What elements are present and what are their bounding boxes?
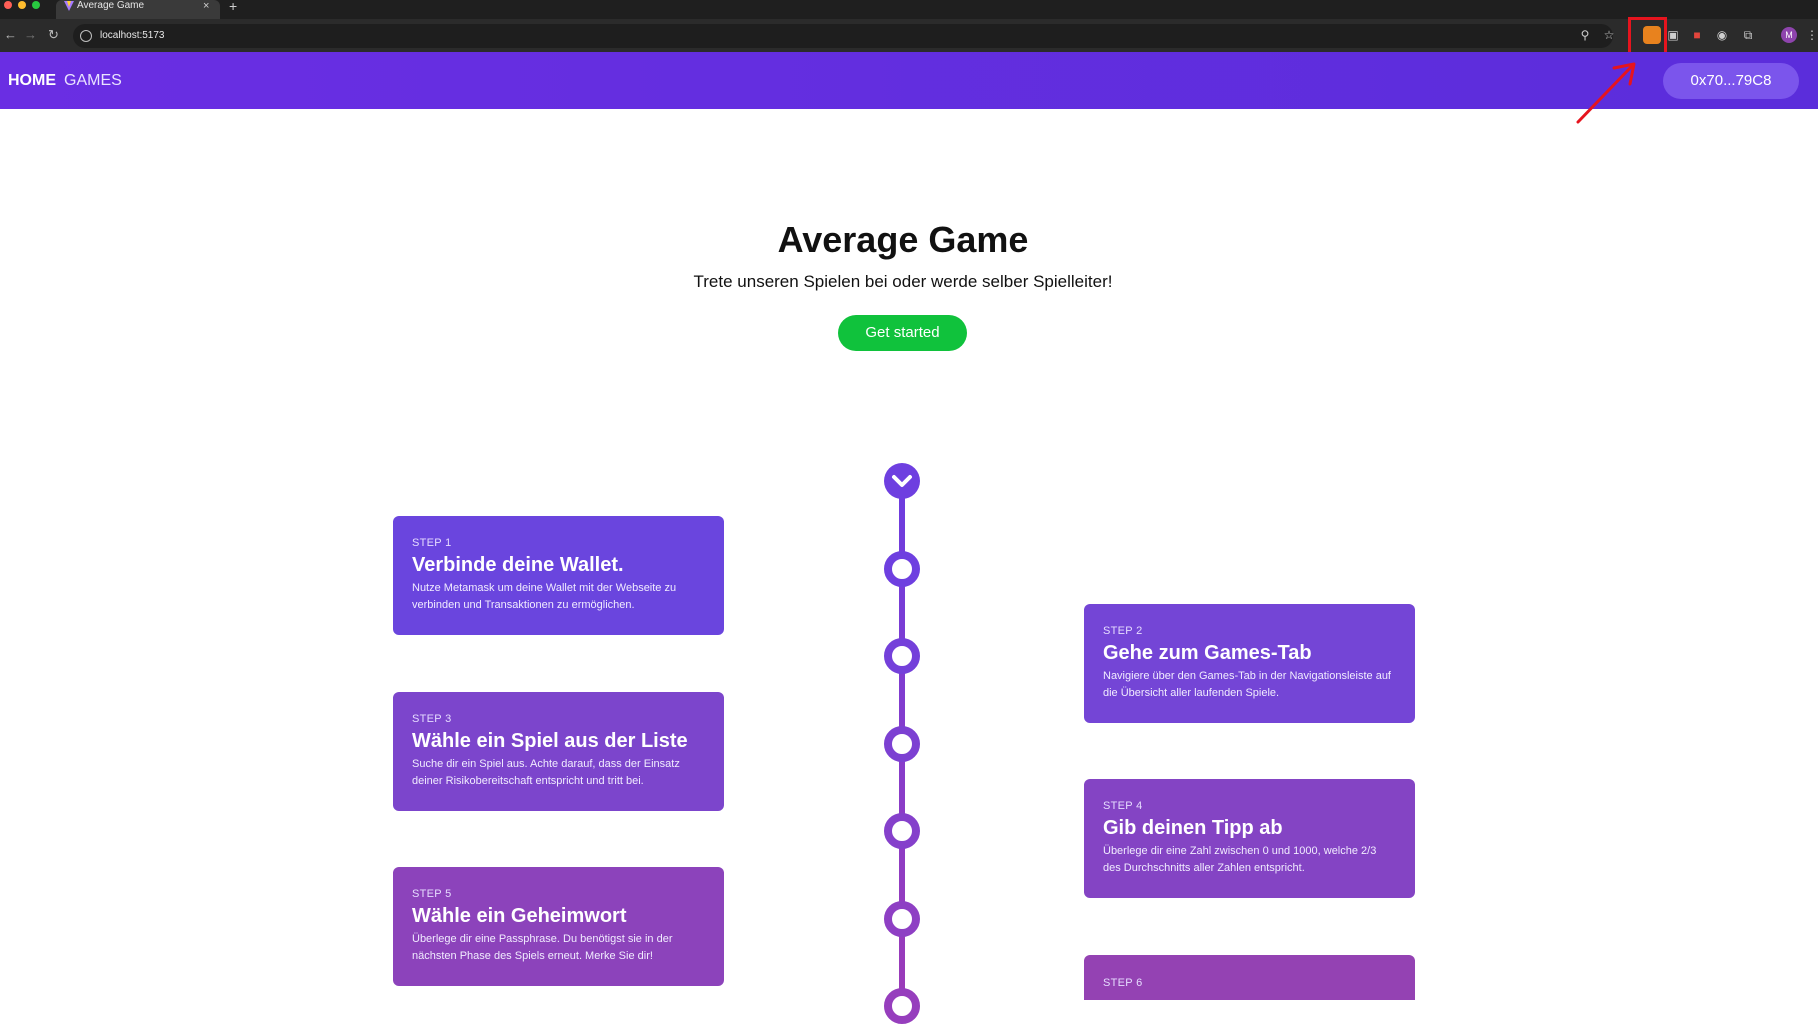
step-description: Navigiere über den Games-Tab in der Navi…	[1103, 670, 1391, 699]
browser-tab[interactable]: Average Game ×	[56, 0, 220, 19]
wallet-address-button[interactable]: 0x70...79C8	[1663, 63, 1799, 99]
step-number: STEP 1	[412, 537, 452, 549]
step-title: Wähle ein Geheimwort	[412, 905, 627, 927]
bookmark-star-icon[interactable]: ☆	[1601, 27, 1617, 43]
app-navbar: HOME GAMES 0x70...79C8	[0, 52, 1818, 109]
step-card: STEP 1 Verbinde deine Wallet. Nutze Meta…	[393, 516, 724, 635]
step-description: Überlege dir eine Passphrase. Du benötig…	[412, 933, 673, 962]
timeline-node	[884, 551, 920, 587]
step-card: STEP 2 Gehe zum Games-Tab Navigiere über…	[1084, 604, 1415, 723]
extension-icon[interactable]: ▣	[1665, 27, 1681, 43]
step-number: STEP 3	[412, 713, 452, 725]
forward-icon[interactable]: →	[24, 27, 37, 43]
timeline-node	[884, 901, 920, 937]
step-number: STEP 2	[1103, 625, 1143, 637]
extension-circle-icon[interactable]: ◉	[1714, 27, 1730, 43]
annotation-arrow	[1576, 62, 1636, 124]
get-started-button[interactable]: Get started	[838, 315, 967, 351]
vite-icon	[64, 1, 74, 11]
step-number: STEP 5	[412, 888, 452, 900]
timeline-start-node	[884, 463, 920, 499]
nav-games-link[interactable]: GAMES	[64, 71, 122, 91]
annotation-highlight-box	[1628, 17, 1667, 55]
chevron-down-icon	[892, 475, 912, 487]
reload-icon[interactable]: ↻	[48, 27, 59, 43]
timeline-node	[884, 813, 920, 849]
page-title: Average Game	[777, 219, 1029, 260]
tab-close-icon[interactable]: ×	[203, 0, 209, 12]
nav-home-link[interactable]: HOME	[8, 71, 56, 91]
step-title: Verbinde deine Wallet.	[412, 554, 624, 576]
back-icon[interactable]: ←	[4, 27, 17, 43]
url-text[interactable]: localhost:5173	[100, 29, 165, 43]
maximize-window-button[interactable]	[32, 1, 40, 9]
step-card: STEP 5 Wähle ein Geheimwort Überlege dir…	[393, 867, 724, 986]
close-window-button[interactable]	[4, 1, 12, 9]
step-title: Gib deinen Tipp ab	[1103, 817, 1283, 839]
step-card: STEP 4 Gib deinen Tipp ab Überlege dir e…	[1084, 779, 1415, 898]
step-title: Gehe zum Games-Tab	[1103, 642, 1312, 664]
page-subtitle: Trete unseren Spielen bei oder werde sel…	[693, 272, 1113, 291]
extension-red-icon[interactable]: ■	[1689, 27, 1705, 43]
zoom-icon[interactable]: ⚲	[1577, 27, 1593, 43]
timeline-node	[884, 638, 920, 674]
site-info-icon[interactable]	[80, 30, 92, 42]
minimize-window-button[interactable]	[18, 1, 26, 9]
extensions-puzzle-icon[interactable]: ⧉	[1740, 27, 1756, 43]
tab-title: Average Game	[77, 0, 145, 11]
step-card: STEP 3 Wähle ein Spiel aus der Liste Suc…	[393, 692, 724, 811]
browser-tabstrip: Average Game × +	[0, 0, 1818, 19]
address-bar[interactable]: localhost:5173	[73, 24, 1613, 48]
step-title: Wähle ein Spiel aus der Liste	[412, 730, 688, 752]
browser-toolbar: ← → ↻ localhost:5173 ⚲ ☆ ▣ ■ ◉ ⧉ M ⋮	[0, 19, 1818, 52]
step-description: Überlege dir eine Zahl zwischen 0 und 10…	[1103, 845, 1377, 874]
step-number: STEP 6	[1103, 977, 1143, 989]
timeline-node	[884, 726, 920, 762]
step-number: STEP 4	[1103, 800, 1143, 812]
step-card: STEP 6	[1084, 955, 1415, 1000]
browser-menu-icon[interactable]: ⋮	[1806, 27, 1818, 43]
step-description: Suche dir ein Spiel aus. Achte darauf, d…	[412, 758, 680, 787]
profile-avatar[interactable]: M	[1781, 27, 1797, 43]
step-description: Nutze Metamask um deine Wallet mit der W…	[412, 582, 677, 611]
new-tab-button[interactable]: +	[229, 0, 237, 13]
timeline-node	[884, 988, 920, 1024]
